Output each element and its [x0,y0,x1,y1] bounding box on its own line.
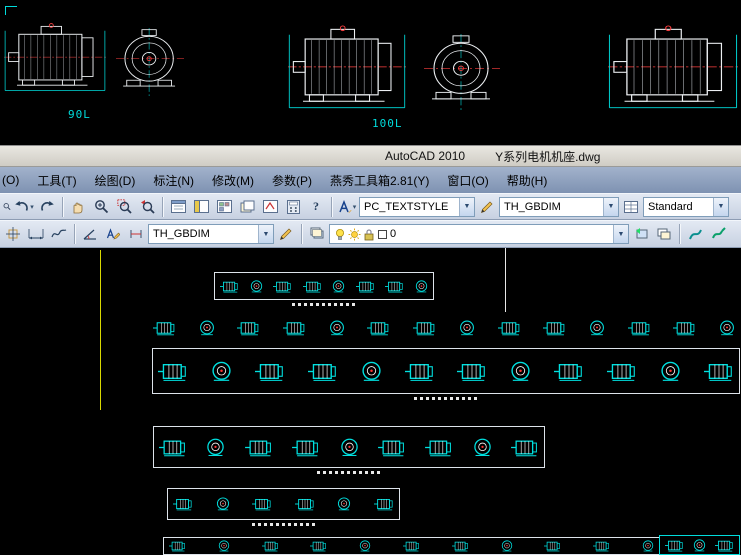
layer-combo[interactable]: 0 ▼ [329,224,629,244]
toolbar-separator [301,224,302,244]
dim-style-combo-top-value: TH_GBDIM [504,201,561,213]
layer-previous-icon[interactable] [630,223,652,245]
undo-icon[interactable]: ▾ [13,196,35,218]
text-style-dropdown-arrow[interactable]: ▾ [353,203,357,211]
app-title: AutoCAD 2010 [385,149,465,163]
drawing-block-caption [414,397,478,400]
help-icon[interactable]: ? [305,196,327,218]
undo-dropdown-arrow[interactable]: ▾ [30,203,34,211]
toolbar-separator [62,197,63,217]
drawing-canvas[interactable] [0,248,741,555]
layer-on-bulb-icon[interactable] [334,228,346,241]
titlebar[interactable]: AutoCAD 2010 Y系列电机机座.dwg [0,145,741,167]
layer-lock-icon[interactable] [363,228,375,241]
construction-line-0[interactable] [100,250,101,410]
zoom-realtime-icon[interactable] [90,196,112,218]
text-style-combo-value: PC_TEXTSTYLE [364,201,448,213]
motor-side-view-0[interactable] [4,22,106,94]
zoom-previous-icon[interactable] [136,196,158,218]
menu-item-3[interactable]: 标注(N) [144,168,203,193]
layer-combo-arrow[interactable]: ▼ [613,225,628,243]
toolpalettes-icon[interactable] [213,196,235,218]
markup-set-manager-icon[interactable] [259,196,281,218]
drawing-corner-mark [5,6,17,15]
motor-side-view-4[interactable] [608,24,738,112]
layer-color-swatch[interactable] [378,230,387,239]
drawing-block-1[interactable] [148,312,740,344]
drawing-block-caption [252,523,316,526]
pan-hand-icon[interactable] [67,196,89,218]
table-style-combo-value: Standard [648,201,693,213]
layer-combo-value: 0 [390,228,396,240]
zoom-window-icon[interactable] [113,196,135,218]
match-properties-icon[interactable] [684,223,706,245]
quick-select-icon[interactable] [707,223,729,245]
preview-label-90L[interactable]: 90L [68,108,91,121]
drawing-block-4[interactable] [167,488,400,520]
menu-item-7[interactable]: 窗口(O) [438,168,497,193]
motor-front-view-1[interactable] [116,28,184,96]
menu-item-6[interactable]: 燕秀工具箱2.81(Y) [321,168,438,193]
drawing-block-5[interactable] [163,537,660,555]
text-style-combo-arrow[interactable]: ▼ [459,198,474,216]
dim-style-combo-bottom[interactable]: TH_GBDIM ▼ [148,224,274,244]
dim-style-combo-bottom-value: TH_GBDIM [153,228,210,240]
toolbar-separator [74,224,75,244]
layer-freeze-sun-icon[interactable] [348,228,361,241]
angular-dimension-icon[interactable] [79,223,101,245]
menu-item-5[interactable]: 参数(P) [263,168,321,193]
quickcalc-icon[interactable] [282,196,304,218]
toolbar-separator [162,197,163,217]
drawing-block-6[interactable] [659,535,740,555]
clipped-left-icon[interactable] [2,196,12,218]
drawing-block-caption [317,471,381,474]
drawing-block-2[interactable] [152,348,740,394]
motor-front-view-3[interactable] [424,34,500,110]
menu-item-4[interactable]: 修改(M) [203,168,263,193]
redo-icon[interactable] [36,196,58,218]
menu-item-2[interactable]: 绘图(D) [86,168,145,193]
drawing-preview-top[interactable]: 90L 100L [0,0,741,145]
drawing-block-caption [292,303,356,306]
toolbar-separator [331,197,332,217]
motor-side-view-2[interactable] [288,24,406,112]
text-style-combo[interactable]: PC_TEXTSTYLE ▼ [359,197,475,217]
properties-palette-icon[interactable] [167,196,189,218]
table-style-combo-arrow[interactable]: ▼ [713,198,728,216]
toolbar-standard: ▾ [0,193,741,220]
designcenter-icon[interactable] [190,196,212,218]
drawing-block-3[interactable] [153,426,545,468]
table-style-combo[interactable]: Standard ▼ [643,197,729,217]
preview-label-100L[interactable]: 100L [372,117,403,130]
text-style-icon[interactable]: ▾ [336,196,358,218]
layer-properties-manager-icon[interactable] [306,223,328,245]
menu-item-1[interactable]: 工具(T) [28,168,85,193]
drawing-block-0[interactable] [214,272,434,300]
object-snap-icon[interactable] [2,223,24,245]
autocad-window: 90L 100L AutoCAD 2010 Y系列电机机座.dwg (O)工具(T… [0,0,741,555]
layer-states-icon[interactable] [653,223,675,245]
dim-style-combo-top-arrow[interactable]: ▼ [603,198,618,216]
table-style-icon[interactable] [620,196,642,218]
menubar: (O)工具(T)绘图(D)标注(N)修改(M)参数(P)燕秀工具箱2.81(Y)… [0,167,741,193]
spline-icon[interactable] [48,223,70,245]
linear-dimension-icon[interactable] [25,223,47,245]
sheetset-manager-icon[interactable] [236,196,258,218]
dim-update-bottom-icon[interactable] [275,223,297,245]
document-name: Y系列电机机座.dwg [495,148,600,165]
dimension-edit-icon[interactable] [125,223,147,245]
menu-item-0[interactable]: (O) [0,169,28,191]
dimension-text-edit-icon[interactable] [102,223,124,245]
dim-style-combo-bottom-arrow[interactable]: ▼ [258,225,273,243]
toolbar-dim-layers: TH_GBDIM ▼ 0 ▼ [0,220,741,248]
construction-line-1[interactable] [505,248,506,312]
dim-style-combo-top[interactable]: TH_GBDIM ▼ [499,197,619,217]
dim-update-icon[interactable] [476,196,498,218]
toolbar-separator [679,224,680,244]
menu-item-8[interactable]: 帮助(H) [498,168,557,193]
